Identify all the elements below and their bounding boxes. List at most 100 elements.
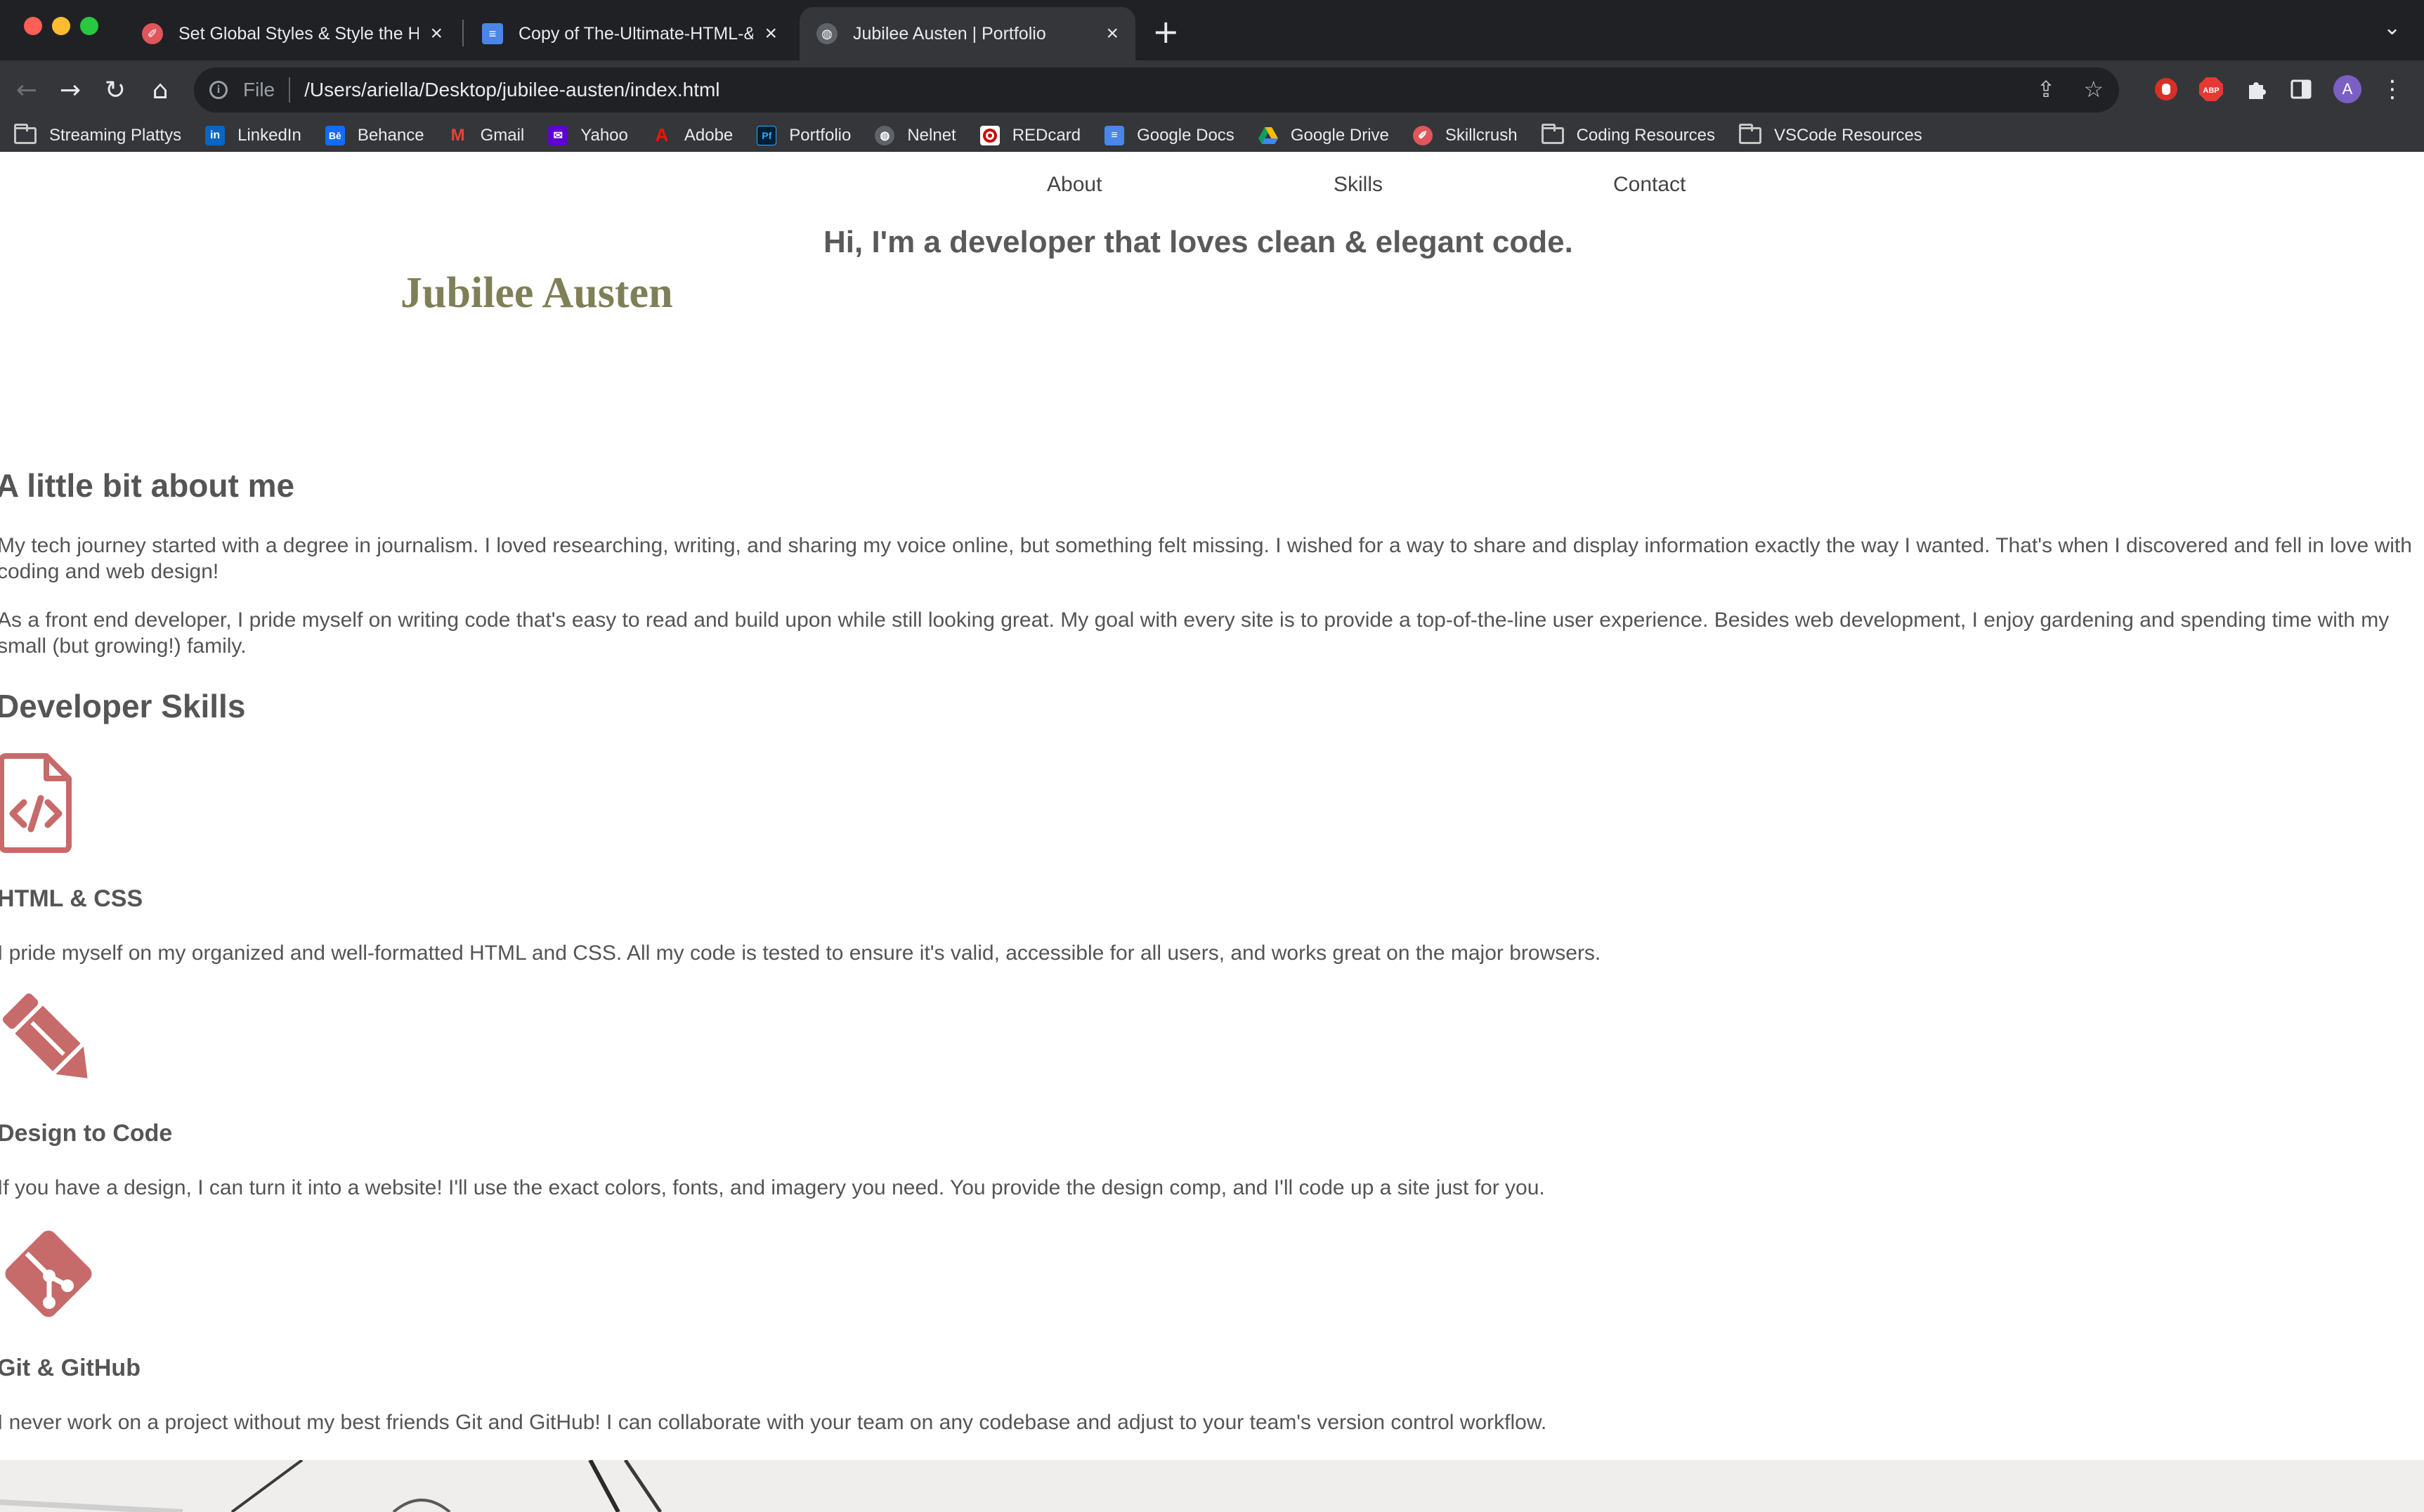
browser-tab-bar: ✐ Set Global Styles & Style the H × ≡ Co… xyxy=(0,0,2424,60)
pencil-icon xyxy=(0,989,96,1091)
bookmark-linkedin[interactable]: in LinkedIn xyxy=(205,125,301,145)
adobe-icon: A xyxy=(655,124,669,145)
about-heading: A little bit about me xyxy=(0,467,295,504)
browser-menu-icon[interactable]: ⋮ xyxy=(2376,73,2409,105)
bookmark-redcard[interactable]: REDcard xyxy=(979,125,1081,145)
folder-icon xyxy=(1541,123,1564,144)
about-paragraph-1: My tech journey started with a degree in… xyxy=(0,534,2412,583)
tab-title: Jubilee Austen | Portfolio xyxy=(853,23,1046,44)
bookmark-adobe[interactable]: A Adobe xyxy=(652,124,734,145)
close-tab-icon[interactable]: × xyxy=(430,22,443,46)
hero-tagline: Hi, I'm a developer that loves clean & e… xyxy=(823,225,1573,259)
tab-ultimate-html[interactable]: ≡ Copy of The-Ultimate-HTML-& × xyxy=(465,7,794,60)
bookmarks-bar: Streaming Plattys in LinkedIn Bē Behance M… xyxy=(0,119,2424,152)
bookmark-label: Portfolio xyxy=(789,125,852,145)
bookmark-portfolio[interactable]: Pf Portfolio xyxy=(757,125,852,145)
docs-icon: ≡ xyxy=(1105,125,1125,145)
bookmark-behance[interactable]: Bē Behance xyxy=(325,125,424,145)
skillcrush-icon: ✐ xyxy=(142,23,163,44)
bookmark-label: Google Docs xyxy=(1137,125,1234,145)
skill-text-html-css: I pride myself on my organized and well-… xyxy=(0,941,1601,965)
bookmark-label: Adobe xyxy=(684,125,734,145)
bookmark-gmail[interactable]: M Gmail xyxy=(448,126,525,145)
info-icon[interactable]: i xyxy=(209,81,228,99)
bookmark-label: Yahoo xyxy=(580,125,628,145)
globe-icon: ◍ xyxy=(816,23,838,44)
avatar-initial: A xyxy=(2333,75,2361,103)
extensions-puzzle-icon[interactable] xyxy=(2240,73,2272,105)
file-code-icon xyxy=(0,753,72,856)
profile-avatar[interactable]: A xyxy=(2331,73,2364,105)
address-divider xyxy=(289,77,291,103)
tab-jubilee-portfolio[interactable]: ◍ Jubilee Austen | Portfolio × xyxy=(800,7,1135,60)
nav-link-about[interactable]: About xyxy=(1047,173,1102,197)
portfolio-icon: Pf xyxy=(757,125,777,145)
new-tab-button[interactable]: + xyxy=(1152,13,1180,51)
skillcrush-icon: ✐ xyxy=(1412,125,1433,145)
tab-search-chevron-icon[interactable]: ⌄ xyxy=(2383,15,2401,40)
bookmark-google-drive[interactable]: Google Drive xyxy=(1258,126,1389,145)
svg-text:ABP: ABP xyxy=(2203,86,2219,95)
site-brand-name: Jubilee Austen xyxy=(400,269,673,317)
linkedin-icon: in xyxy=(205,125,226,145)
back-button[interactable]: ← xyxy=(7,70,46,110)
forward-button[interactable]: → xyxy=(51,70,90,110)
side-panel-icon[interactable] xyxy=(2285,73,2317,105)
contact-background-image xyxy=(0,1460,2424,1512)
bookmark-label: Behance xyxy=(357,125,424,145)
tab-title: Copy of The-Ultimate-HTML-& xyxy=(519,23,754,44)
bookmark-yahoo[interactable]: ✉ Yahoo xyxy=(548,125,628,145)
folder-icon xyxy=(1739,123,1762,144)
bookmark-label: Streaming Plattys xyxy=(49,125,182,145)
address-bar[interactable]: i File /Users/ariella/Desktop/jubilee-au… xyxy=(194,67,2119,112)
tab-set-global-styles[interactable]: ✐ Set Global Styles & Style the H × xyxy=(125,7,460,60)
bookmark-star-icon[interactable]: ☆ xyxy=(2083,76,2104,103)
bookmark-nelnet[interactable]: ◍ Nelnet xyxy=(875,125,956,145)
close-window-button[interactable] xyxy=(24,17,42,35)
skill-title-design-to-code: Design to Code xyxy=(0,1120,173,1147)
close-tab-icon[interactable]: × xyxy=(1106,22,1119,46)
skill-title-html-css: HTML & CSS xyxy=(0,885,143,912)
nav-link-skills[interactable]: Skills xyxy=(1334,173,1383,197)
skill-title-git-github: Git & GitHub xyxy=(0,1355,141,1381)
yahoo-icon: ✉ xyxy=(548,125,568,145)
browser-toolbar: ← → ↻ ⌂ i File /Users/ariella/Desktop/ju… xyxy=(0,60,2424,119)
bookmark-label: Google Drive xyxy=(1290,125,1389,145)
bookmark-label: VSCode Resources xyxy=(1774,125,1922,145)
close-tab-icon[interactable]: × xyxy=(764,22,777,46)
folder-icon xyxy=(14,123,37,144)
bookmark-label: Coding Resources xyxy=(1576,125,1716,145)
bookmark-label: Nelnet xyxy=(907,125,956,145)
tab-separator xyxy=(462,20,464,46)
bookmark-streaming-plattys[interactable]: Streaming Plattys xyxy=(14,123,182,145)
adblock-icon[interactable]: ABP xyxy=(2195,73,2227,105)
docs-icon: ≡ xyxy=(482,23,503,44)
drive-icon xyxy=(1258,126,1278,145)
git-icon xyxy=(0,1224,97,1327)
bookmark-skillcrush[interactable]: ✐ Skillcrush xyxy=(1412,125,1518,145)
skill-text-git-github: I never work on a project without my bes… xyxy=(0,1411,1547,1434)
gmail-icon: M xyxy=(450,125,465,145)
about-paragraph-2: As a front end developer, I pride myself… xyxy=(0,608,2390,658)
globe-icon: ◍ xyxy=(875,125,895,145)
bookmark-label: LinkedIn xyxy=(237,125,301,145)
reload-button[interactable]: ↻ xyxy=(96,70,135,110)
bookmark-coding-resources[interactable]: Coding Resources xyxy=(1541,123,1716,145)
skills-heading: Developer Skills xyxy=(0,688,246,724)
maximize-window-button[interactable] xyxy=(80,17,98,35)
web-page: About Skills Contact Hi, I'm a developer… xyxy=(0,152,2424,1512)
home-button[interactable]: ⌂ xyxy=(141,70,180,110)
bookmark-label: Gmail xyxy=(480,125,525,145)
url-text[interactable]: /Users/ariella/Desktop/jubilee-austen/in… xyxy=(304,79,719,101)
bookmark-label: Skillcrush xyxy=(1445,125,1518,145)
tab-title: Set Global Styles & Style the H xyxy=(178,23,419,44)
bookmark-label: REDcard xyxy=(1012,125,1081,145)
target-icon xyxy=(979,125,1000,145)
bookmark-vscode-resources[interactable]: VSCode Resources xyxy=(1739,123,1922,145)
nav-link-contact[interactable]: Contact xyxy=(1613,173,1686,197)
extension-hand-icon[interactable] xyxy=(2150,73,2182,105)
minimize-window-button[interactable] xyxy=(52,17,70,35)
share-icon[interactable]: ⇪ xyxy=(2037,76,2056,103)
bookmark-google-docs[interactable]: ≡ Google Docs xyxy=(1105,125,1234,145)
address-actions: ⇪ ☆ xyxy=(2037,76,2104,103)
